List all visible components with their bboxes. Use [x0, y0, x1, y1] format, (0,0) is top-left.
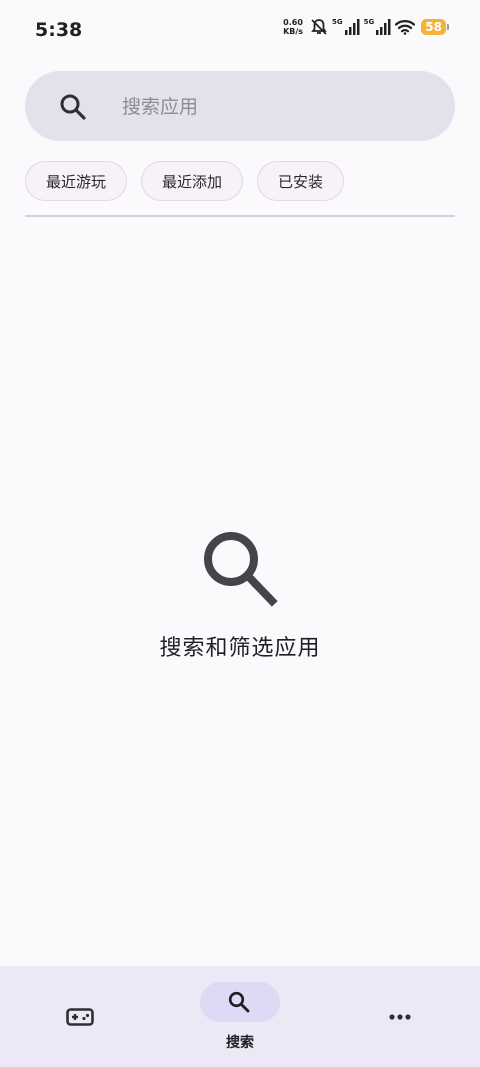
signal-bars-icon — [344, 19, 360, 35]
network-speed-value: 0.60 — [283, 18, 303, 27]
signal-1-label: 5G — [332, 18, 343, 26]
nav-item-games[interactable] — [0, 966, 160, 1067]
mute-bell-icon — [311, 19, 327, 35]
search-bar[interactable] — [25, 71, 455, 143]
search-icon — [60, 94, 86, 120]
more-icon — [389, 1014, 411, 1020]
signal-2-label: 5G — [363, 18, 375, 26]
chip-recently-added[interactable]: 最近添加 — [141, 161, 244, 201]
divider — [25, 215, 455, 217]
wifi-icon — [395, 20, 416, 35]
empty-state: 搜索和筛选应用 — [0, 530, 480, 662]
empty-state-text: 搜索和筛选应用 — [159, 636, 321, 661]
search-icon — [228, 991, 250, 1013]
search-icon — [204, 532, 278, 607]
nav-label-search: 搜索 — [226, 1035, 254, 1051]
status-time: 5:38 — [35, 19, 83, 41]
nav-item-search[interactable]: 搜索 — [160, 966, 320, 1067]
filter-chips: 最近游玩 最近添加 已安装 — [25, 161, 345, 201]
signal-bars-icon — [376, 19, 391, 35]
bottom-nav: 搜索 — [0, 966, 480, 1067]
signal-1: 5G — [332, 19, 360, 35]
chip-recently-played[interactable]: 最近游玩 — [25, 161, 128, 201]
search-input[interactable] — [120, 71, 424, 143]
chip-installed[interactable]: 已安装 — [257, 161, 345, 201]
nav-item-more[interactable] — [320, 966, 480, 1067]
network-speed-unit: KB/s — [283, 27, 304, 36]
battery-indicator: 58 — [421, 19, 449, 35]
gamepad-icon — [66, 1008, 94, 1026]
status-bar: 5:38 0.60 KB/s 5G 5G 58 — [0, 0, 480, 60]
status-icons: 0.60 KB/s 5G 5G 58 — [283, 18, 449, 36]
signal-2: 5G — [364, 19, 392, 35]
network-speed: 0.60 KB/s — [283, 18, 303, 36]
